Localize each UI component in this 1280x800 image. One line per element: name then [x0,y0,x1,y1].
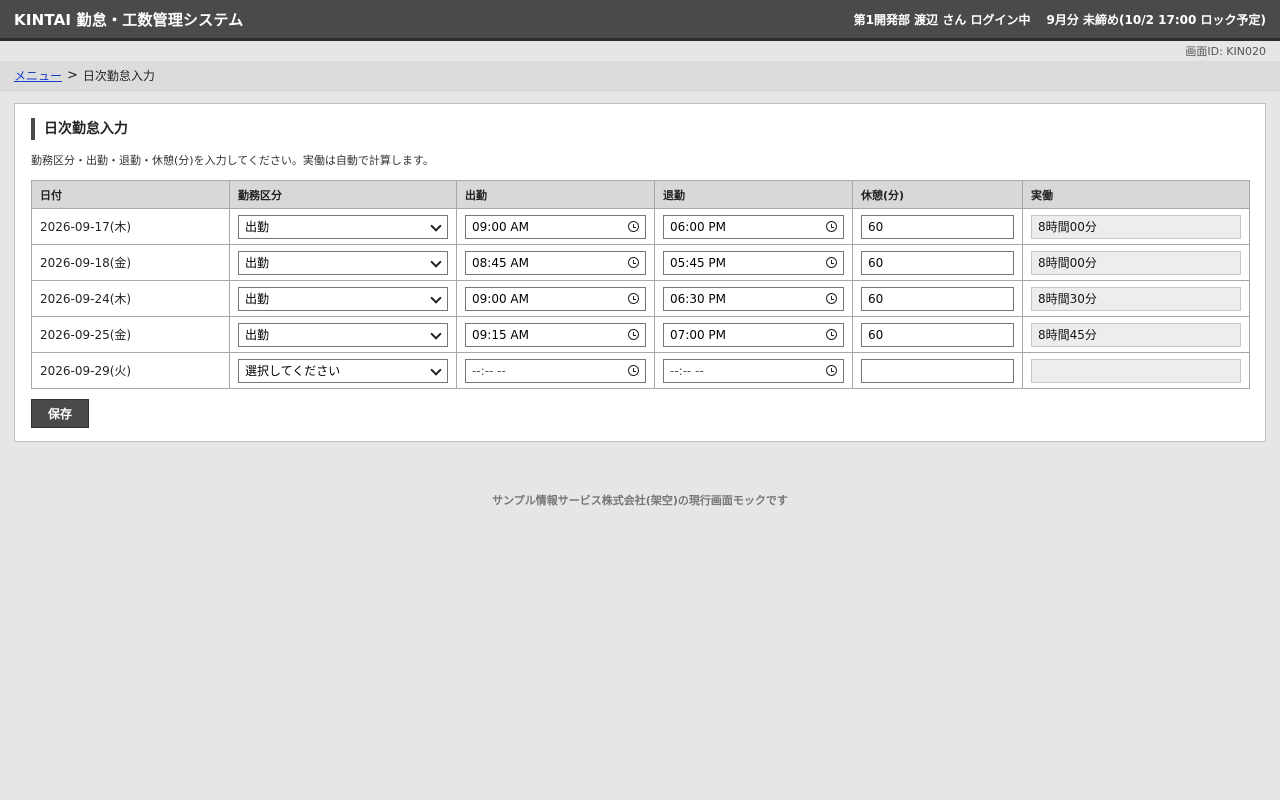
breadcrumb-current: 日次勤怠入力 [82,69,155,83]
clock-in-input[interactable]: 09:00 AM [465,214,646,239]
clock-in-value: 09:00 AM [472,291,529,306]
breadcrumb: メニュー > 日次勤怠入力 [0,61,1280,91]
clock-icon[interactable] [826,365,837,376]
break-value: 60 [868,327,884,342]
break-minutes-input[interactable]: 60 [861,214,1014,239]
footer-note: サンプル情報サービス株式会社(架空)の現行画面モックです [492,494,788,507]
clock-in-value: 08:45 AM [472,255,529,270]
clock-in-input[interactable]: 09:00 AM [465,286,646,311]
daily-attendance-panel: 日次勤怠入力 勤務区分・出勤・退勤・休憩(分)を入力してください。実働は自動で計… [14,103,1266,442]
actual-hours-field [1031,358,1241,383]
actual-value: 8時間00分 [1038,220,1097,234]
clock-out-input[interactable]: --:-- -- [663,358,844,383]
clock-in-value: --:-- -- [472,363,506,378]
clock-out-value: 07:00 PM [670,327,726,342]
chevron-down-icon [431,258,441,268]
clock-out-input[interactable]: 05:45 PM [663,250,844,275]
attendance-table: 日付 勤務区分 出勤 退勤 休憩(分) 実働 2026-09-17(木) 出勤 … [31,180,1250,389]
header-clock-out: 退勤 [654,180,853,209]
screen-id-row: 画面ID: KIN020 [0,41,1280,61]
save-button[interactable]: 保存 [31,399,89,428]
date-cell: 2026-09-18(金) [31,244,230,281]
breadcrumb-separator: > [67,68,78,83]
clock-in-value: 09:15 AM [472,327,529,342]
clock-in-value: 09:00 AM [472,219,529,234]
table-header-row: 日付 勤務区分 出勤 退勤 休憩(分) 実働 [31,180,1250,209]
work-type-value: 出勤 [245,256,270,270]
clock-out-input[interactable]: 06:30 PM [663,286,844,311]
header-actual: 実働 [1022,180,1250,209]
break-minutes-input[interactable]: 60 [861,286,1014,311]
header-work-type: 勤務区分 [229,180,457,209]
work-type-select[interactable]: 出勤 [238,322,448,347]
top-bar: KINTAI 勤怠・工数管理システム 第1開発部 渡辺 さん ログイン中 9月分… [0,0,1280,41]
table-row: 2026-09-18(金) 出勤 08:45 AM 05:45 PM 60 8時… [31,244,1250,281]
break-minutes-input[interactable]: 60 [861,250,1014,275]
break-value: 60 [868,255,884,270]
date-cell: 2026-09-17(木) [31,208,230,245]
user-login-status: 第1開発部 渡辺 さん ログイン中 [853,12,1031,27]
chevron-down-icon [431,366,441,376]
work-type-value: 出勤 [245,220,270,234]
table-row: 2026-09-24(木) 出勤 09:00 AM 06:30 PM 60 8時… [31,280,1250,317]
work-type-select[interactable]: 選択してください [238,358,448,383]
breadcrumb-menu-link[interactable]: メニュー [14,67,62,84]
chevron-down-icon [431,294,441,304]
clock-icon[interactable] [826,293,837,304]
header-date: 日付 [31,180,230,209]
clock-out-input[interactable]: 07:00 PM [663,322,844,347]
clock-in-input[interactable]: 08:45 AM [465,250,646,275]
period-lock-status: 9月分 未締め(10/2 17:00 ロック予定) [1046,12,1266,27]
clock-icon[interactable] [628,365,639,376]
date-cell: 2026-09-25(金) [31,316,230,353]
clock-out-value: 05:45 PM [670,255,726,270]
chevron-down-icon [431,330,441,340]
date-cell: 2026-09-29(火) [31,352,230,389]
break-minutes-input[interactable] [861,358,1014,383]
work-type-select[interactable]: 出勤 [238,250,448,275]
clock-out-input[interactable]: 06:00 PM [663,214,844,239]
actual-hours-field: 8時間00分 [1031,250,1241,275]
clock-icon[interactable] [628,293,639,304]
actual-hours-field: 8時間30分 [1031,286,1241,311]
clock-icon[interactable] [826,329,837,340]
clock-icon[interactable] [826,257,837,268]
clock-icon[interactable] [628,329,639,340]
chevron-down-icon [431,222,441,232]
clock-in-input[interactable]: 09:15 AM [465,322,646,347]
page-title: 日次勤怠入力 [31,118,1249,140]
date-cell: 2026-09-24(木) [31,280,230,317]
break-value: 60 [868,219,884,234]
table-row: 2026-09-29(火) 選択してください --:-- -- --:-- -- [31,352,1250,389]
break-value: 60 [868,291,884,306]
clock-in-input[interactable]: --:-- -- [465,358,646,383]
work-type-value: 出勤 [245,328,270,342]
work-type-select[interactable]: 出勤 [238,286,448,311]
actual-hours-field: 8時間00分 [1031,214,1241,239]
app-title: KINTAI 勤怠・工数管理システム [14,10,244,29]
work-type-value: 選択してください [245,364,341,378]
header-status: 第1開発部 渡辺 さん ログイン中 9月分 未締め(10/2 17:00 ロック… [854,11,1266,28]
clock-out-value: --:-- -- [670,363,704,378]
actual-value: 8時間30分 [1038,292,1097,306]
screen-id: 画面ID: KIN020 [1185,45,1266,58]
clock-out-value: 06:00 PM [670,219,726,234]
clock-icon[interactable] [826,221,837,232]
page-description: 勤務区分・出勤・退勤・休憩(分)を入力してください。実働は自動で計算します。 [31,154,434,167]
work-type-select[interactable]: 出勤 [238,214,448,239]
table-row: 2026-09-17(木) 出勤 09:00 AM 06:00 PM 60 8時… [31,208,1250,245]
break-minutes-input[interactable]: 60 [861,322,1014,347]
actual-value: 8時間00分 [1038,256,1097,270]
clock-icon[interactable] [628,221,639,232]
actual-hours-field: 8時間45分 [1031,322,1241,347]
header-clock-in: 出勤 [456,180,655,209]
table-row: 2026-09-25(金) 出勤 09:15 AM 07:00 PM 60 8時… [31,316,1250,353]
header-break: 休憩(分) [852,180,1023,209]
work-type-value: 出勤 [245,292,270,306]
clock-icon[interactable] [628,257,639,268]
clock-out-value: 06:30 PM [670,291,726,306]
actual-value: 8時間45分 [1038,328,1097,342]
